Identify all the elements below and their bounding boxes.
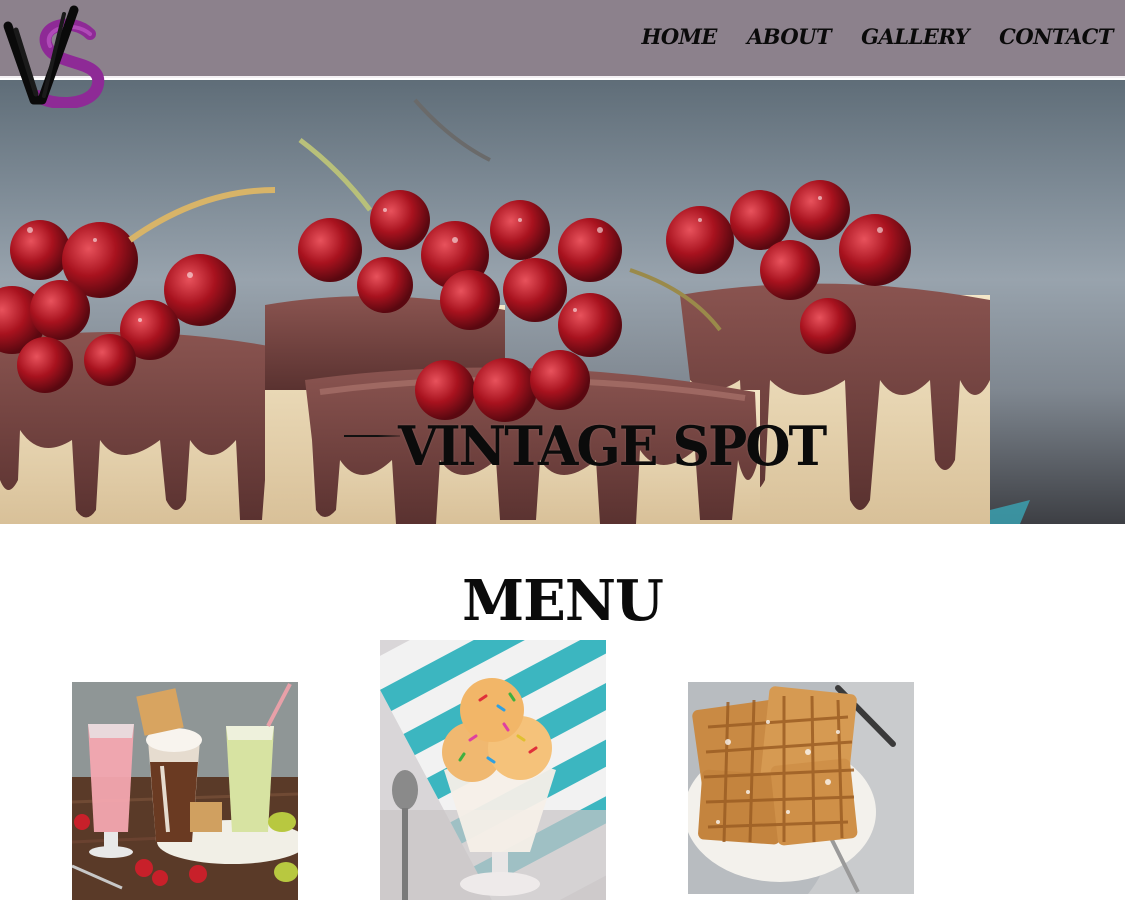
menu-item-waffles[interactable] bbox=[688, 682, 914, 894]
nav-link-gallery[interactable]: GALLERY bbox=[861, 24, 970, 49]
nav-link-about[interactable]: ABOUT bbox=[747, 24, 832, 49]
hero-banner: VINTAGE SPOT bbox=[0, 80, 1125, 524]
menu-item-ice-cream[interactable] bbox=[380, 640, 606, 900]
hero-title-divider bbox=[344, 435, 400, 437]
ice-cream-sundae-photo-icon bbox=[380, 640, 606, 900]
nav-link-contact[interactable]: CONTACT bbox=[999, 24, 1113, 49]
vs-logo-icon bbox=[3, 5, 105, 110]
menu-heading: MENU bbox=[462, 568, 664, 634]
waffles-photo-icon bbox=[688, 682, 914, 894]
site-logo[interactable] bbox=[2, 4, 106, 110]
site-header: HOME ABOUT GALLERY CONTACT bbox=[0, 0, 1125, 78]
nav-link-home[interactable]: HOME bbox=[642, 24, 718, 49]
hero-title: VINTAGE SPOT bbox=[398, 414, 827, 479]
milkshake-photo-icon bbox=[72, 682, 298, 900]
menu-item-milkshakes[interactable] bbox=[72, 682, 298, 900]
main-navigation: HOME ABOUT GALLERY CONTACT bbox=[642, 24, 1114, 49]
